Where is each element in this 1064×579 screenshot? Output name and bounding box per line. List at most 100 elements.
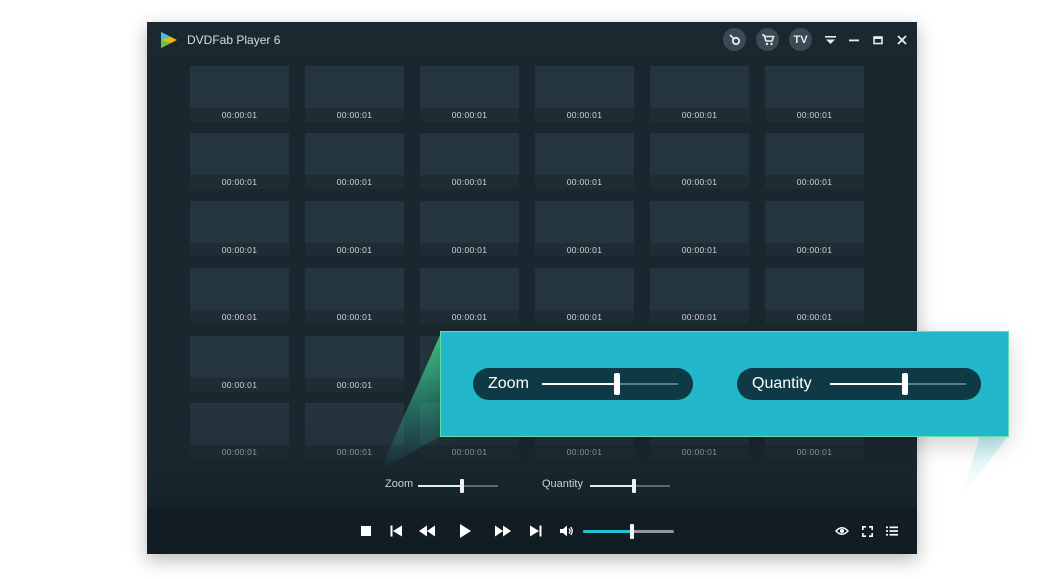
playback-control-bar	[147, 508, 917, 554]
thumbnail-timestamp: 00:00:01	[190, 108, 289, 122]
playlist-icon[interactable]	[884, 523, 900, 539]
dvdfab-logo-icon	[161, 32, 177, 48]
thumbnail-timestamp: 00:00:01	[305, 378, 404, 392]
thumbnail-timestamp: 00:00:01	[305, 243, 404, 257]
thumbnail-timestamp: 00:00:01	[650, 108, 749, 122]
maximize-icon[interactable]	[868, 30, 888, 50]
video-thumbnail[interactable]: 00:00:01	[190, 133, 289, 189]
quantity-mini-track[interactable]	[590, 479, 670, 493]
quantity-mini-slider[interactable]: Quantity	[535, 475, 678, 495]
fullscreen-icon[interactable]	[859, 523, 875, 539]
video-thumbnail[interactable]: 00:00:01	[305, 268, 404, 324]
zoom-mini-knob[interactable]	[460, 479, 464, 493]
quantity-slider[interactable]: Quantity	[737, 368, 981, 400]
thumbnail-timestamp: 00:00:01	[420, 310, 519, 324]
thumbnail-timestamp: 00:00:01	[535, 108, 634, 122]
previous-icon[interactable]	[388, 523, 404, 539]
app-title: DVDFab Player 6	[187, 33, 281, 47]
next-icon[interactable]	[528, 523, 544, 539]
video-thumbnail[interactable]: 00:00:01	[765, 268, 864, 324]
thumbnail-timestamp: 00:00:01	[420, 108, 519, 122]
video-thumbnail[interactable]: 00:00:01	[765, 133, 864, 189]
thumbnail-timestamp: 00:00:01	[765, 243, 864, 257]
quantity-mini-label: Quantity	[542, 478, 583, 490]
video-thumbnail[interactable]: 00:00:01	[190, 336, 289, 392]
video-thumbnail[interactable]: 00:00:01	[305, 201, 404, 257]
thumbnail-timestamp: 00:00:01	[765, 175, 864, 189]
video-thumbnail[interactable]: 00:00:01	[190, 201, 289, 257]
video-thumbnail[interactable]: 00:00:01	[420, 66, 519, 122]
zoom-mini-fill	[418, 485, 462, 487]
zoom-mini-slider[interactable]: Zoom	[379, 475, 505, 495]
eye-icon[interactable]	[834, 523, 850, 539]
video-thumbnail[interactable]: 00:00:01	[420, 133, 519, 189]
quantity-mini-knob[interactable]	[632, 479, 636, 493]
quantity-fill	[830, 383, 905, 385]
thumbnail-timestamp: 00:00:01	[190, 175, 289, 189]
video-thumbnail[interactable]: 00:00:01	[190, 66, 289, 122]
player-window: DVDFab Player 6 TV 00:00:01 00:00:01 00:…	[147, 22, 917, 554]
play-icon[interactable]	[457, 523, 473, 539]
rewind-icon[interactable]	[419, 523, 435, 539]
video-thumbnail[interactable]: 00:00:01	[650, 268, 749, 324]
volume-icon[interactable]	[559, 523, 575, 539]
zoom-label: Zoom	[488, 375, 529, 392]
video-thumbnail[interactable]: 00:00:01	[420, 201, 519, 257]
tv-button[interactable]: TV	[789, 28, 812, 51]
stop-icon[interactable]	[358, 523, 374, 539]
thumbnail-timestamp: 00:00:01	[420, 243, 519, 257]
thumbnail-timestamp: 00:00:01	[305, 175, 404, 189]
thumbnail-timestamp: 00:00:01	[190, 310, 289, 324]
volume-slider[interactable]	[583, 524, 674, 539]
video-thumbnail[interactable]: 00:00:01	[535, 66, 634, 122]
zoom-slider[interactable]: Zoom	[473, 368, 693, 400]
video-thumbnail[interactable]: 00:00:01	[305, 133, 404, 189]
thumbnail-timestamp: 00:00:01	[765, 108, 864, 122]
thumbnail-timestamp: 00:00:01	[650, 175, 749, 189]
close-icon[interactable]	[892, 30, 912, 50]
menu-dropdown-icon[interactable]	[820, 30, 840, 50]
minimize-icon[interactable]	[844, 30, 864, 50]
video-thumbnail[interactable]: 00:00:01	[305, 66, 404, 122]
thumbnail-timestamp: 00:00:01	[765, 310, 864, 324]
zoom-mini-label: Zoom	[385, 478, 414, 490]
thumbnail-timestamp: 00:00:01	[650, 310, 749, 324]
tv-icon: TV	[793, 33, 808, 46]
slider-callout-panel: Zoom Quantity	[440, 331, 1009, 437]
video-thumbnail[interactable]: 00:00:01	[765, 66, 864, 122]
thumbnail-timestamp: 00:00:01	[305, 108, 404, 122]
video-thumbnail[interactable]: 00:00:01	[535, 268, 634, 324]
video-thumbnail[interactable]: 00:00:01	[650, 133, 749, 189]
video-thumbnail[interactable]: 00:00:01	[305, 336, 404, 392]
quantity-track[interactable]	[830, 373, 966, 395]
video-thumbnail[interactable]: 00:00:01	[535, 133, 634, 189]
thumbnail-timestamp: 00:00:01	[305, 310, 404, 324]
cart-icon	[761, 34, 775, 46]
video-thumbnail[interactable]: 00:00:01	[535, 201, 634, 257]
video-thumbnail[interactable]: 00:00:01	[650, 66, 749, 122]
thumbnail-timestamp: 00:00:01	[650, 243, 749, 257]
zoom-fill	[542, 383, 617, 385]
thumbnail-timestamp: 00:00:01	[535, 310, 634, 324]
quantity-mini-fill	[590, 485, 634, 487]
video-thumbnail[interactable]: 00:00:01	[650, 201, 749, 257]
thumbnail-timestamp: 00:00:01	[535, 243, 634, 257]
thumbnail-timestamp: 00:00:01	[190, 378, 289, 392]
tools-button[interactable]	[723, 28, 746, 51]
video-thumbnail[interactable]: 00:00:01	[190, 268, 289, 324]
zoom-knob[interactable]	[614, 373, 620, 395]
thumbnail-timestamp: 00:00:01	[190, 243, 289, 257]
quantity-knob[interactable]	[902, 373, 908, 395]
thumbnail-timestamp: 00:00:01	[420, 175, 519, 189]
quantity-label: Quantity	[752, 375, 812, 392]
fast-forward-icon[interactable]	[495, 523, 511, 539]
cart-button[interactable]	[756, 28, 779, 51]
thumbnail-timestamp: 00:00:01	[535, 175, 634, 189]
video-thumbnail[interactable]: 00:00:01	[765, 201, 864, 257]
title-bar: DVDFab Player 6 TV	[147, 22, 917, 58]
zoom-track[interactable]	[542, 373, 678, 395]
zoom-mini-track[interactable]	[418, 479, 498, 493]
volume-fill	[583, 530, 632, 533]
video-thumbnail[interactable]: 00:00:01	[420, 268, 519, 324]
volume-knob[interactable]	[630, 524, 634, 539]
